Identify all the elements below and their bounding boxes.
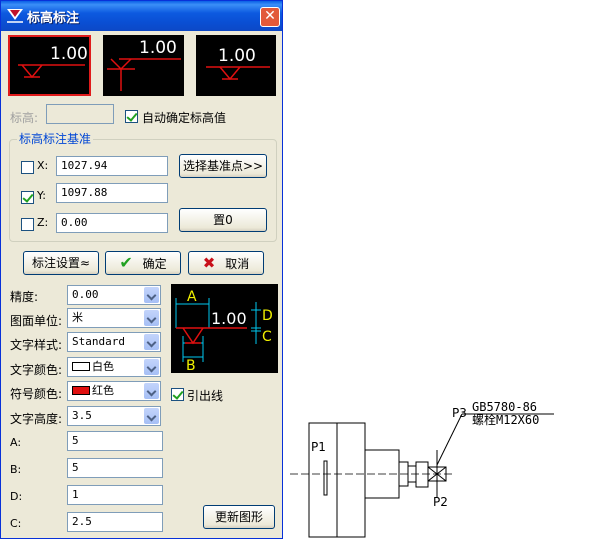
standard-label: GB5780-86	[472, 400, 537, 414]
elevation-input[interactable]	[46, 104, 114, 124]
p1-label: P1	[311, 440, 326, 454]
y-checkbox[interactable]	[21, 191, 34, 204]
preview-label-a: A	[187, 289, 197, 305]
white-swatch	[72, 362, 90, 371]
text-color-label: 文字颜色:	[10, 363, 63, 377]
leader-checkbox[interactable]	[171, 388, 184, 401]
text-style-value: Standard	[72, 335, 125, 348]
c-input[interactable]: 2.5	[67, 512, 163, 532]
chevron-down-icon	[144, 383, 159, 399]
p2-label: P2	[433, 495, 448, 509]
cancel-label: 取消	[225, 257, 250, 271]
z-checkbox[interactable]	[21, 218, 34, 231]
symbol-color-value: 红色	[92, 384, 114, 397]
preview-label-c: C	[262, 329, 272, 345]
x-checkbox[interactable]	[21, 161, 34, 174]
auto-elevation-checkbox[interactable]	[125, 110, 138, 123]
auto-elevation-label: 自动确定标高值	[142, 111, 227, 125]
style-tile-3[interactable]: 1.00	[196, 35, 276, 96]
base-group-title: 标高标注基准	[17, 130, 94, 147]
text-height-select[interactable]: 3.5	[67, 406, 161, 426]
spec-label: 螺栓M12X60	[472, 412, 539, 427]
chevron-down-icon	[144, 359, 159, 375]
precision-select[interactable]: 0.00	[67, 285, 161, 305]
a-label: A:	[10, 436, 22, 449]
elevation-style-1-icon: 1.00	[18, 44, 88, 79]
cad-drawing: P1 P2 P3 GB5780-86 螺栓M12X60	[290, 400, 554, 538]
text-style-select[interactable]: Standard	[67, 332, 161, 352]
z-label: Z:	[37, 216, 49, 229]
unit-value: 米	[72, 311, 83, 324]
preview-label-b: B	[186, 358, 196, 373]
p3-label: P3	[452, 406, 467, 420]
tile-1-value: 1.00	[50, 44, 88, 64]
tile-3-value: 1.00	[218, 46, 256, 66]
app-icon	[7, 9, 23, 23]
elevation-style-3-icon: 1.00	[206, 46, 270, 81]
preview-label-d: D	[262, 308, 273, 324]
x-label: X:	[37, 159, 49, 172]
c-label: C:	[10, 517, 22, 530]
b-label: B:	[10, 463, 22, 476]
text-height-label: 文字高度:	[10, 412, 63, 426]
precision-value: 0.00	[72, 288, 99, 301]
b-input[interactable]: 5	[67, 458, 163, 478]
ok-button[interactable]: ✔ 确定	[105, 251, 181, 275]
dimension-diagram-icon: 1.00 A B D C	[175, 289, 273, 374]
elevation-dialog: 标高标注 ✕ 1.00 1.00 1.00 标高: 自动确定标高值 标高标注基准…	[0, 0, 283, 539]
label-settings-button[interactable]: 标注设置≈	[23, 251, 99, 275]
x-input[interactable]: 1027.94	[56, 156, 168, 176]
red-swatch	[72, 386, 90, 395]
elevation-label: 标高:	[10, 111, 39, 125]
y-input[interactable]: 1097.88	[56, 183, 168, 203]
chevron-down-icon	[144, 408, 159, 424]
elevation-style-2-icon: 1.00	[107, 38, 181, 91]
title-bar[interactable]: 标高标注 ✕	[1, 1, 282, 31]
z-input[interactable]: 0.00	[56, 213, 168, 233]
text-style-label: 文字样式:	[10, 338, 63, 352]
cancel-button[interactable]: ✖ 取消	[188, 251, 264, 275]
text-color-value: 白色	[92, 360, 114, 373]
d-label: D:	[10, 490, 23, 503]
close-button[interactable]: ✕	[260, 7, 280, 27]
preview-value: 1.00	[211, 309, 247, 328]
window-title: 标高标注	[27, 11, 80, 26]
chevron-down-icon	[144, 334, 159, 350]
symbol-color-label: 符号颜色:	[10, 387, 63, 401]
unit-select[interactable]: 米	[67, 308, 161, 328]
leader-label: 引出线	[187, 389, 224, 403]
chevron-down-icon	[144, 287, 159, 303]
symbol-color-select[interactable]: 红色	[67, 381, 161, 401]
pick-base-point-button[interactable]: 选择基准点>>	[179, 154, 267, 178]
d-input[interactable]: 1	[67, 485, 163, 505]
y-label: Y:	[37, 189, 46, 202]
cross-icon: ✖	[202, 254, 216, 272]
style-tile-1[interactable]: 1.00	[8, 35, 91, 96]
checkmark-icon: ✔	[119, 253, 133, 272]
precision-label: 精度:	[10, 290, 39, 304]
update-graphic-button[interactable]: 更新图形	[203, 505, 275, 529]
style-tile-2[interactable]: 1.00	[103, 35, 184, 96]
reset-zero-button[interactable]: 置0	[179, 208, 267, 232]
ok-label: 确定	[142, 257, 167, 271]
chevron-down-icon	[144, 310, 159, 326]
unit-label: 图面单位:	[10, 314, 63, 328]
tile-2-value: 1.00	[139, 38, 177, 58]
text-color-select[interactable]: 白色	[67, 357, 161, 377]
dimension-preview: 1.00 A B D C	[171, 284, 278, 374]
a-input[interactable]: 5	[67, 431, 163, 451]
text-height-value: 3.5	[72, 409, 92, 422]
